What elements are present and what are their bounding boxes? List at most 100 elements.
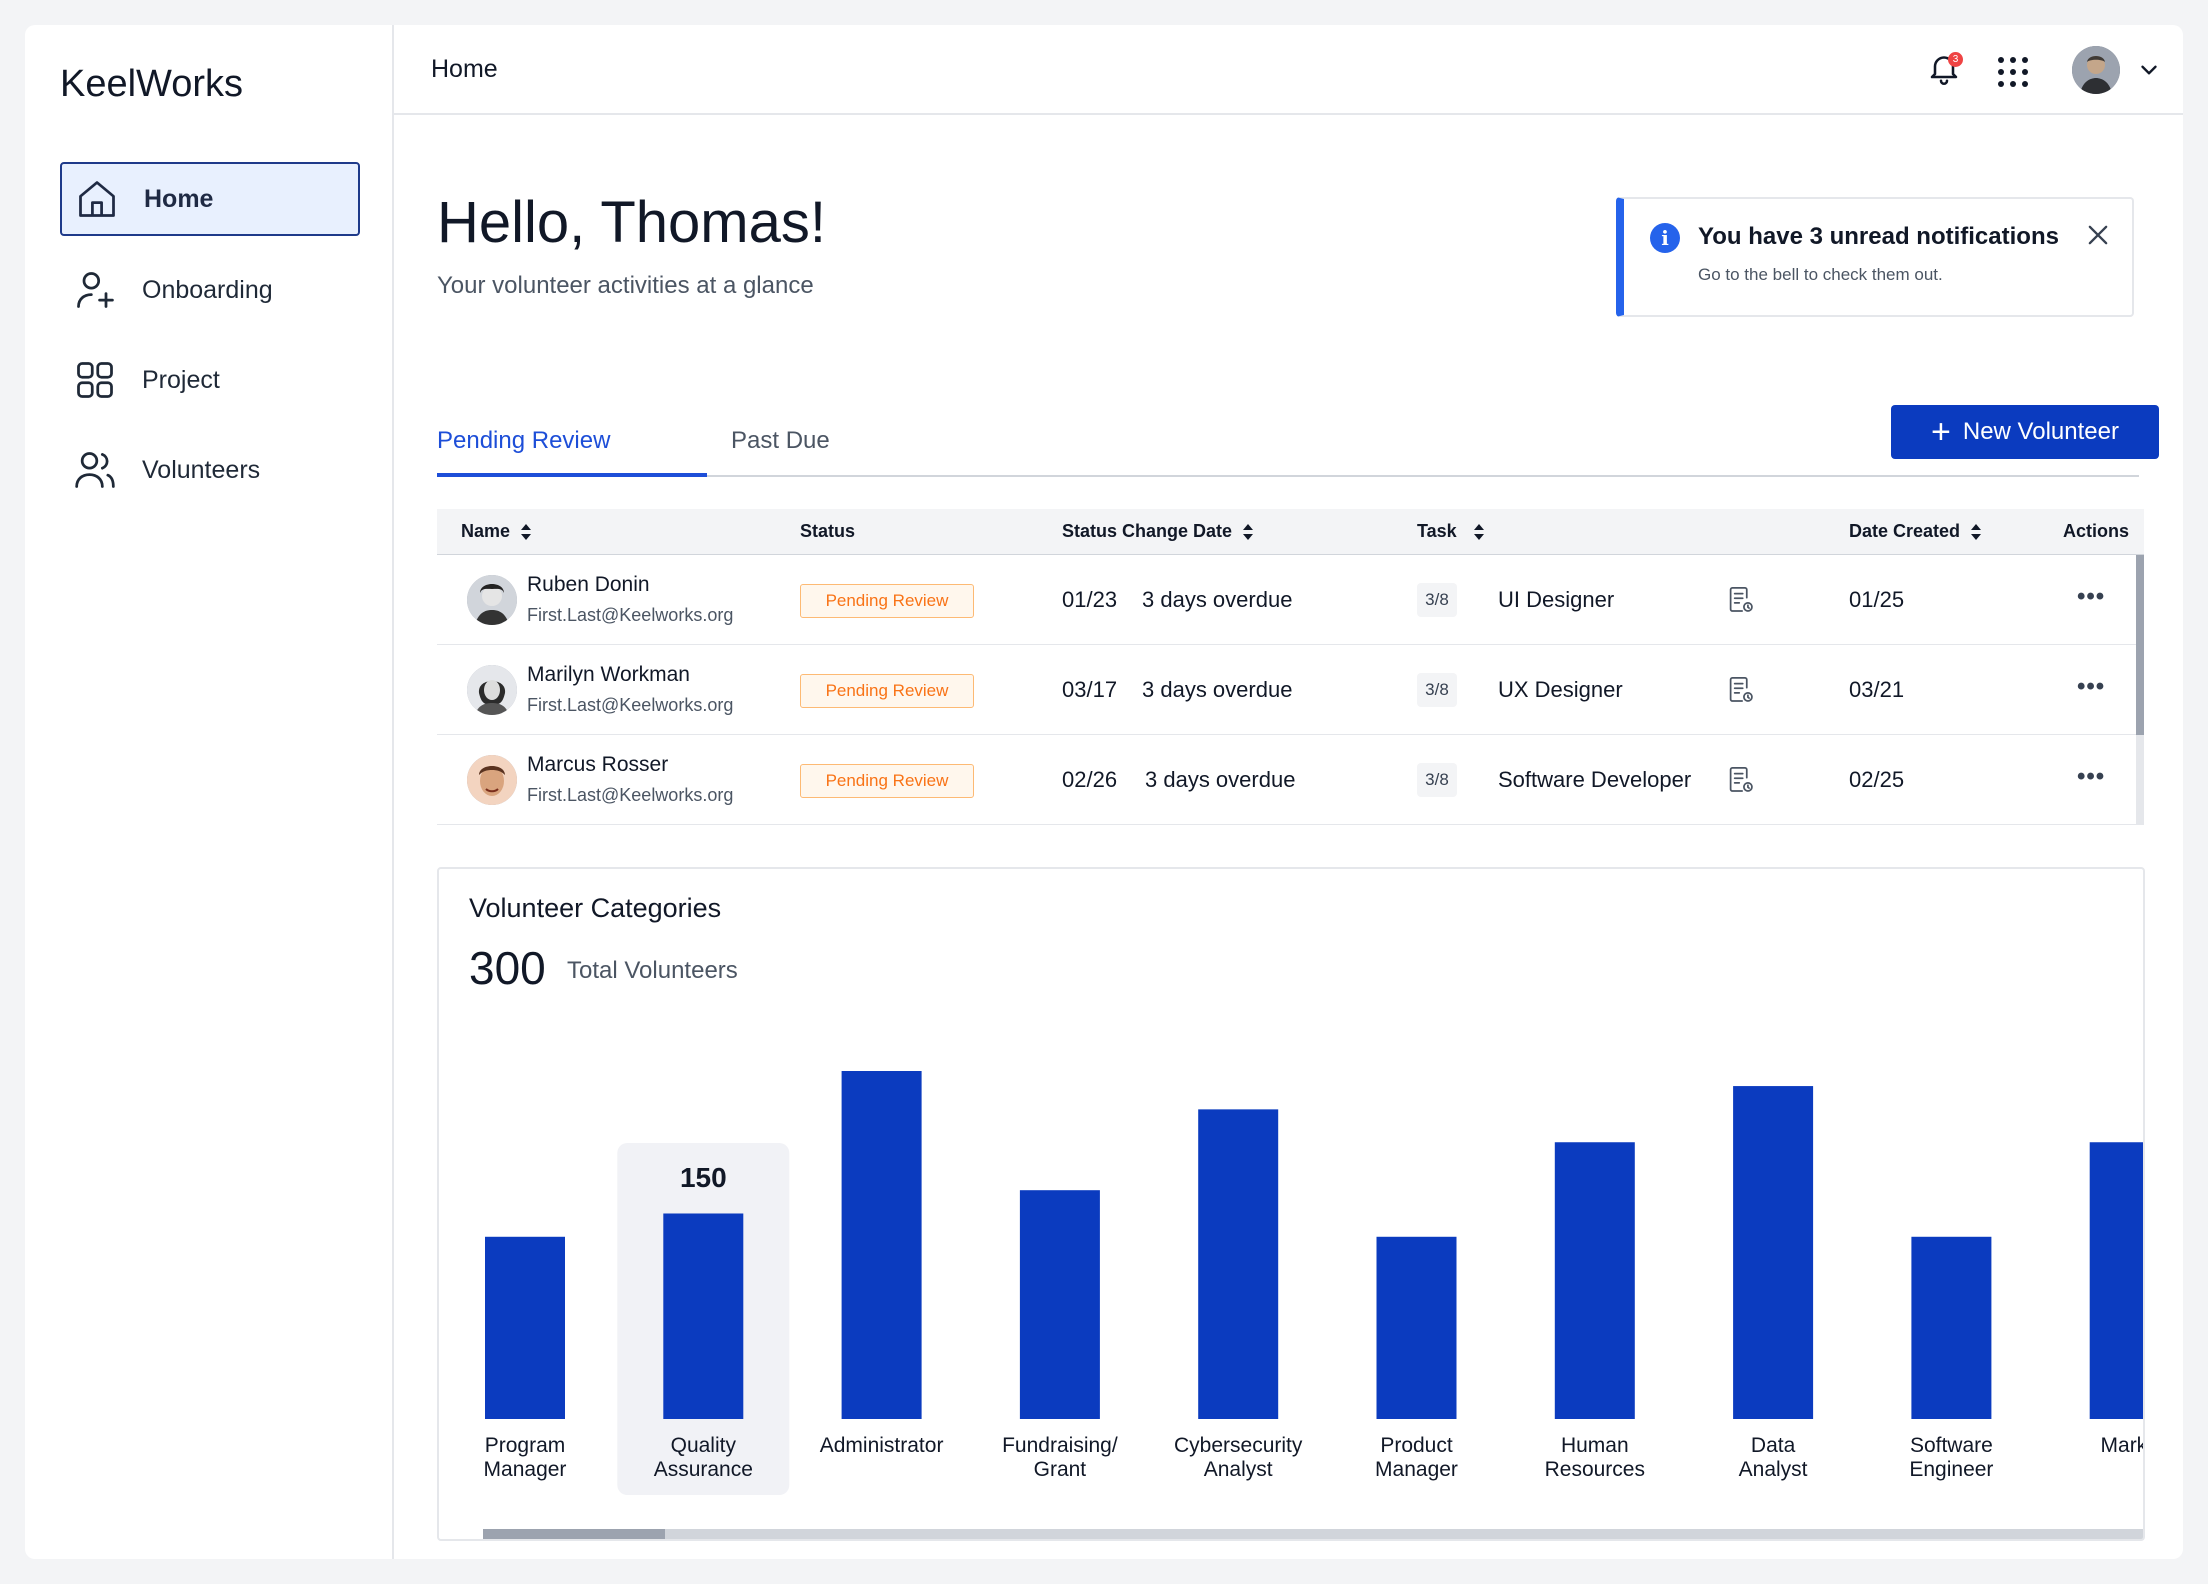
- volunteer-name: Marcus Rosser: [527, 753, 669, 776]
- users-icon: [72, 447, 118, 493]
- main-content: Hello, Thomas! Your volunteer activities…: [394, 117, 2183, 1559]
- overdue-text: 3 days overdue: [1142, 677, 1293, 702]
- status-change-date: 01/23: [1062, 587, 1118, 612]
- notifications-button[interactable]: 3: [1926, 50, 1966, 90]
- greeting-subtitle: Your volunteer activities at a glance: [437, 272, 814, 299]
- page-title: Home: [431, 55, 498, 83]
- chart-bar[interactable]: [1554, 1142, 1635, 1419]
- chart-bar[interactable]: [1019, 1190, 1100, 1419]
- category-label: Analyst: [1204, 1458, 1273, 1481]
- new-volunteer-button[interactable]: + New Volunteer: [1891, 405, 2159, 459]
- status-change-date: 03/17: [1062, 677, 1118, 702]
- table-row[interactable]: Ruben Donin First.Last@Keelworks.org Pen…: [437, 555, 2144, 645]
- sidebar-item-label: Home: [144, 184, 214, 213]
- chevron-down-icon[interactable]: [2136, 57, 2162, 83]
- chart-bar[interactable]: [2089, 1142, 2145, 1419]
- chart-bar[interactable]: [841, 1071, 922, 1419]
- sort-icon: [521, 523, 532, 540]
- sort-icon: [1473, 523, 1484, 540]
- category-label: Marke: [2101, 1434, 2145, 1457]
- task-name: UX Designer: [1498, 677, 1623, 702]
- category-label: Human: [1561, 1434, 1629, 1457]
- task-name: Software Developer: [1498, 767, 1692, 792]
- home-icon: [74, 176, 120, 222]
- category-label: Manager: [1375, 1458, 1458, 1481]
- chart-bar[interactable]: [1376, 1236, 1457, 1419]
- column-header-label: Status Change Date: [1062, 521, 1233, 541]
- avatar: [467, 755, 517, 805]
- chart-bar[interactable]: [1733, 1086, 1814, 1419]
- category-label: Fundraising/: [1002, 1434, 1118, 1457]
- new-volunteer-label: New Volunteer: [1962, 418, 2119, 445]
- column-header-status-change-date[interactable]: Status Change Date: [1062, 521, 1254, 542]
- status-badge: Pending Review: [800, 584, 974, 618]
- tab-pending-review[interactable]: Pending Review: [437, 427, 610, 477]
- table-row[interactable]: Marilyn Workman First.Last@Keelworks.org…: [437, 645, 2144, 735]
- sidebar-item-project[interactable]: Project: [60, 343, 360, 417]
- category-label: Analyst: [1739, 1458, 1808, 1481]
- category-label: Grant: [1034, 1458, 1087, 1481]
- overdue-text: 3 days overdue: [1145, 767, 1296, 792]
- date-created: 03/21: [1849, 677, 1905, 702]
- notification-banner: i You have 3 unread notifications Go to …: [1616, 197, 2134, 317]
- volunteer-categories-card: Program Manager 150 Quality Assurance Adminis…: [437, 867, 2145, 1541]
- chart-bar[interactable]: [1911, 1236, 1992, 1419]
- sidebar-item-home[interactable]: Home: [60, 162, 360, 236]
- row-actions-menu[interactable]: •••: [2077, 763, 2105, 791]
- top-bar: Home 3: [394, 25, 2183, 115]
- column-header-date-created[interactable]: Date Created: [1849, 521, 1982, 542]
- status-badge: Pending Review: [800, 674, 974, 708]
- task-progress: 3/8: [1417, 763, 1457, 797]
- chart-bar[interactable]: [1198, 1109, 1279, 1419]
- row-actions-menu[interactable]: •••: [2077, 673, 2105, 701]
- user-plus-icon: [72, 267, 118, 313]
- app-window: KeelWorks Home Onboarding Project Volunt…: [25, 25, 2183, 1559]
- sidebar-item-label: Onboarding: [142, 275, 273, 304]
- chart-scrollbar-track[interactable]: [483, 1529, 2143, 1539]
- avatar: [467, 575, 517, 625]
- user-avatar[interactable]: [2072, 46, 2120, 94]
- volunteer-email: First.Last@Keelworks.org: [527, 605, 734, 625]
- chart-scrollbar-thumb[interactable]: [483, 1529, 665, 1539]
- status-change-date: 02/26: [1062, 767, 1118, 792]
- sidebar-item-volunteers[interactable]: Volunteers: [60, 433, 360, 507]
- table-row[interactable]: Marcus Rosser First.Last@Keelworks.org P…: [437, 735, 2144, 825]
- sidebar-item-onboarding[interactable]: Onboarding: [60, 253, 360, 327]
- category-label: Program: [485, 1434, 566, 1457]
- column-header-label: Name: [461, 521, 511, 541]
- tab-past-due[interactable]: Past Due: [731, 427, 830, 477]
- column-header-actions: Actions: [2063, 521, 2130, 541]
- column-header-status: Status: [800, 521, 856, 541]
- category-label: Assurance: [654, 1458, 753, 1481]
- plus-icon: +: [1931, 413, 1951, 451]
- close-icon[interactable]: [2084, 221, 2114, 251]
- brand-logo-text: KeelWorks: [60, 63, 244, 105]
- task-progress: 3/8: [1417, 673, 1457, 707]
- row-actions-menu[interactable]: •••: [2077, 583, 2105, 611]
- column-header-task[interactable]: Task: [1417, 521, 1485, 542]
- column-header-label: Date Created: [1849, 521, 1961, 541]
- date-created: 01/25: [1849, 587, 1905, 612]
- column-header-label: Task: [1417, 521, 1457, 541]
- notification-subtitle: Go to the bell to check them out.: [1698, 265, 1943, 284]
- volunteers-table: Name Status Status Change Date Task Date…: [437, 509, 2144, 825]
- bar-value-label: 150: [680, 1162, 727, 1193]
- notification-count-badge: 3: [1948, 52, 1963, 67]
- category-label: Resources: [1545, 1458, 1645, 1481]
- document-icon[interactable]: [1727, 585, 1755, 615]
- info-icon: i: [1650, 223, 1680, 253]
- document-icon[interactable]: [1727, 765, 1755, 795]
- chart-bar[interactable]: [485, 1236, 565, 1419]
- category-label: Cybersecurity: [1174, 1434, 1303, 1457]
- total-volunteers-count: 300: [469, 942, 546, 994]
- card-title: Volunteer Categories: [469, 893, 722, 923]
- column-header-name[interactable]: Name: [461, 521, 532, 542]
- table-scrollbar-thumb[interactable]: [2136, 555, 2144, 735]
- chart-bar[interactable]: [663, 1213, 744, 1419]
- document-icon[interactable]: [1727, 675, 1755, 705]
- apps-menu-button[interactable]: [1996, 55, 2030, 89]
- category-label: Software: [1910, 1434, 1993, 1457]
- volunteer-name: Ruben Donin: [527, 573, 650, 596]
- avatar: [467, 665, 517, 715]
- apps-grid-icon: [1998, 57, 2028, 87]
